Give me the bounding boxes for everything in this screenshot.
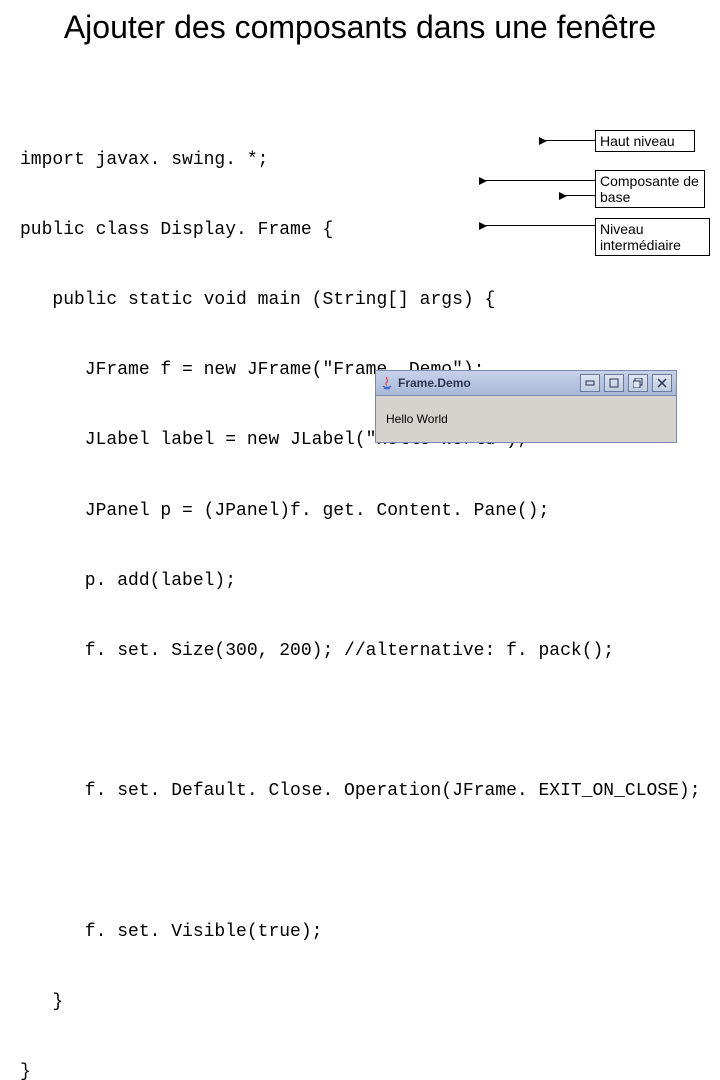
minimize-icon[interactable] — [580, 374, 600, 392]
title-bar: Frame.Demo — [376, 371, 676, 396]
code-line: f. set. Visible(true); — [20, 921, 700, 944]
maximize-icon[interactable] — [604, 374, 624, 392]
frame-demo-window: Frame.Demo Hello World — [375, 370, 677, 443]
hello-world-label: Hello World — [386, 412, 448, 426]
code-line: import javax. swing. *; — [20, 149, 700, 172]
code-line: f. set. Size(300, 200); //alternative: f… — [20, 640, 700, 663]
restore-icon[interactable] — [628, 374, 648, 392]
code-line: public static void main (String[] args) … — [20, 289, 700, 312]
code-line: JPanel p = (JPanel)f. get. Content. Pane… — [20, 500, 700, 523]
callout-niveau-intermediaire: Niveau intermédiaire — [595, 218, 710, 256]
java-icon — [380, 376, 394, 390]
window-title: Frame.Demo — [398, 376, 576, 390]
window-body: Hello World — [376, 396, 676, 442]
slide: Ajouter des composants dans une fenêtre … — [0, 0, 720, 540]
page-title: Ajouter des composants dans une fenêtre — [0, 10, 720, 45]
arrow-icon — [560, 195, 595, 196]
callout-haut-niveau: Haut niveau — [595, 130, 695, 152]
code-line — [20, 710, 700, 733]
code-line — [20, 851, 700, 874]
code-line: p. add(label); — [20, 570, 700, 593]
code-line: } — [20, 991, 700, 1014]
code-line: f. set. Default. Close. Operation(JFrame… — [20, 780, 700, 803]
arrow-icon — [540, 140, 595, 141]
close-icon[interactable] — [652, 374, 672, 392]
code-line: } — [20, 1061, 700, 1080]
callout-composante-de-base: Composante de base — [595, 170, 705, 208]
arrow-icon — [480, 180, 595, 181]
arrow-icon — [480, 225, 595, 226]
